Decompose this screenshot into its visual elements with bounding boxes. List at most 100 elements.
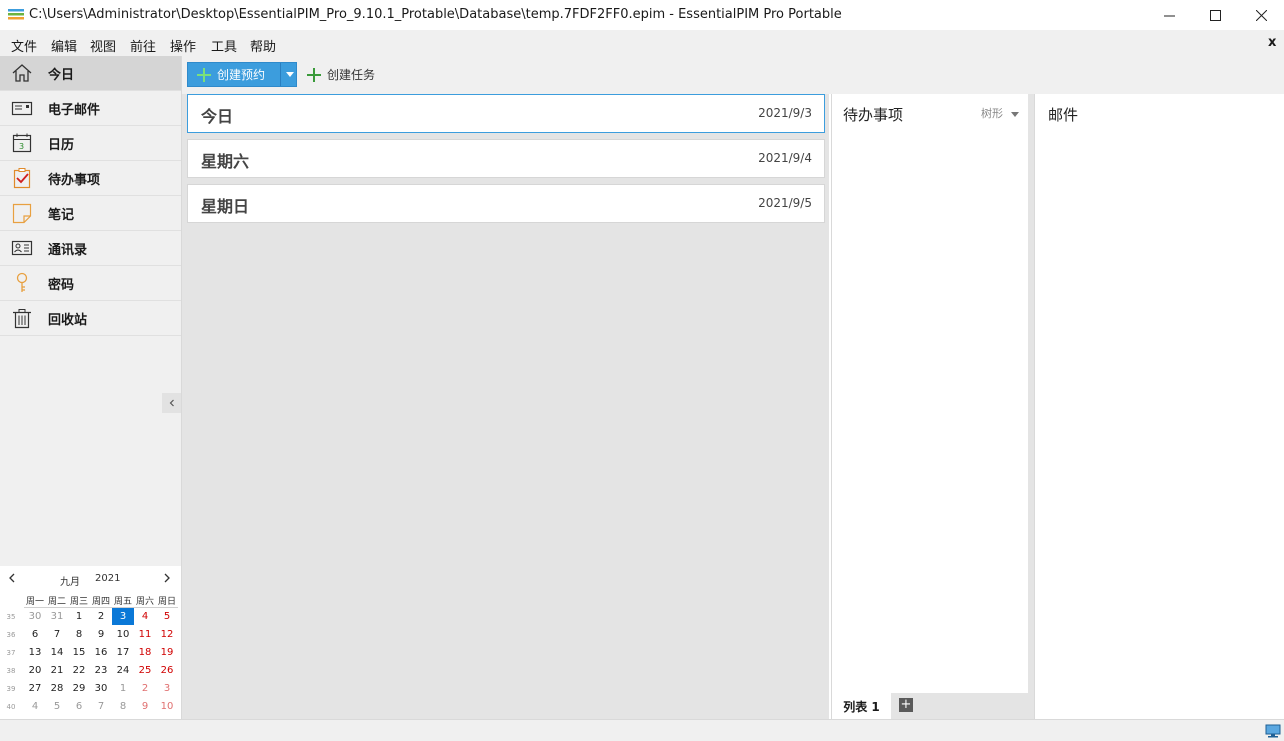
calendar-day[interactable]: 14 — [46, 644, 68, 661]
toolbar: 创建预约 创建任务 — [182, 56, 1284, 94]
calendar-day[interactable]: 2 — [134, 680, 156, 697]
calendar-weekday-label: 周五 — [113, 597, 132, 607]
menu-tools[interactable]: 工具 — [211, 36, 237, 55]
calendar-day[interactable]: 7 — [90, 698, 112, 715]
calendar-day[interactable]: 1 — [112, 680, 134, 697]
new-appointment-label: 创建预约 — [217, 68, 266, 82]
next-month-button[interactable] — [163, 572, 171, 586]
chevron-left-icon — [9, 573, 15, 583]
minimize-button[interactable] — [1146, 0, 1192, 30]
calendar-day[interactable]: 24 — [112, 662, 134, 679]
collapse-sidebar-button[interactable] — [162, 393, 181, 413]
calendar-day[interactable]: 16 — [90, 644, 112, 661]
sidebar-item-label: 密码 — [48, 277, 75, 293]
calendar-day[interactable]: 2 — [90, 608, 112, 625]
sidebar-item-contacts[interactable]: 通讯录 — [0, 231, 181, 266]
caret-down-icon — [1010, 111, 1019, 117]
todo-view-selector[interactable]: 树形 — [981, 105, 1019, 121]
calendar-day[interactable]: 23 — [90, 662, 112, 679]
calendar-day[interactable]: 28 — [46, 680, 68, 697]
calendar-day[interactable]: 31 — [46, 608, 68, 625]
new-task-button[interactable]: 创建任务 — [307, 62, 375, 87]
calendar-day[interactable]: 29 — [68, 680, 90, 697]
calendar-day[interactable]: 15 — [68, 644, 90, 661]
prev-month-button[interactable] — [8, 572, 16, 586]
calendar-day[interactable]: 8 — [68, 626, 90, 643]
calendar-day[interactable]: 17 — [112, 644, 134, 661]
menu-help[interactable]: 帮助 — [250, 36, 276, 55]
day-date: 2021/9/5 — [758, 196, 812, 210]
calendar-day[interactable]: 11 — [134, 626, 156, 643]
calendar-day[interactable]: 6 — [24, 626, 46, 643]
new-appointment-dropdown[interactable] — [280, 63, 298, 86]
close-button[interactable] — [1238, 0, 1284, 30]
calendar-day[interactable]: 27 — [24, 680, 46, 697]
calendar-day[interactable]: 6 — [68, 698, 90, 715]
sidebar-item-notes[interactable]: 笔记 — [0, 196, 181, 231]
menu-actions[interactable]: 操作 — [170, 36, 196, 55]
calendar-week-number: 37 — [6, 649, 16, 657]
day-card-today[interactable]: 今日 2021/9/3 — [187, 94, 825, 133]
calendar-weekday-label: 周一 — [25, 597, 44, 607]
sidebar-item-calendar[interactable]: 3 日历 — [0, 126, 181, 161]
contacts-icon — [10, 236, 34, 260]
calendar-month[interactable]: 九月 — [60, 573, 80, 588]
sidebar-item-today[interactable]: 今日 — [0, 56, 181, 91]
calendar-day[interactable]: 12 — [156, 626, 178, 643]
day-card-saturday[interactable]: 星期六 2021/9/4 — [187, 139, 825, 178]
menu-edit[interactable]: 编辑 — [51, 36, 77, 55]
title-bar: C:\Users\Administrator\Desktop\Essential… — [0, 0, 1284, 30]
calendar-week-number: 38 — [6, 667, 16, 675]
calendar-day[interactable]: 5 — [156, 608, 178, 625]
sidebar-item-recycle-bin[interactable]: 回收站 — [0, 301, 181, 336]
calendar-day[interactable]: 25 — [134, 662, 156, 679]
trash-icon — [10, 306, 34, 330]
calendar-day[interactable]: 7 — [46, 626, 68, 643]
todo-list-tabs: 列表 1 + — [832, 693, 1029, 719]
calendar-day[interactable]: 30 — [24, 608, 46, 625]
calendar-day[interactable]: 8 — [112, 698, 134, 715]
calendar-day[interactable]: 4 — [134, 608, 156, 625]
calendar-day[interactable]: 5 — [46, 698, 68, 715]
calendar-year[interactable]: 2021 — [95, 573, 120, 584]
add-list-button[interactable]: + — [899, 698, 913, 712]
day-card-sunday[interactable]: 星期日 2021/9/5 — [187, 184, 825, 223]
mini-calendar: 九月 2021 周一 周二 周三 周四 周五 周六 周日 35 30 31 1 2 3 4 5 36 6 7 8 9… — [0, 566, 181, 719]
sidebar-item-email[interactable]: 电子邮件 — [0, 91, 181, 126]
sidebar-item-passwords[interactable]: 密码 — [0, 266, 181, 301]
menu-go[interactable]: 前往 — [130, 36, 156, 55]
mail-icon — [10, 96, 34, 120]
maximize-button[interactable] — [1192, 0, 1238, 30]
calendar-day[interactable]: 9 — [134, 698, 156, 715]
sidebar-item-todo[interactable]: 待办事项 — [0, 161, 181, 196]
new-appointment-button[interactable]: 创建预约 — [187, 62, 297, 87]
caret-down-icon — [285, 72, 294, 77]
menu-bar: 文件 编辑 视图 前往 操作 工具 帮助 x — [0, 30, 1284, 56]
calendar-day[interactable]: 3 — [156, 680, 178, 697]
calendar-day[interactable]: 9 — [90, 626, 112, 643]
calendar-day[interactable]: 19 — [156, 644, 178, 661]
calendar-day[interactable]: 10 — [112, 626, 134, 643]
calendar-weekday-label: 周四 — [91, 597, 110, 607]
tab-list-1[interactable]: 列表 1 — [832, 693, 891, 719]
calendar-day[interactable]: 3 — [112, 608, 134, 625]
svg-text:3: 3 — [19, 142, 24, 151]
calendar-day[interactable]: 20 — [24, 662, 46, 679]
status-bar — [0, 719, 1284, 741]
calendar-day[interactable]: 13 — [24, 644, 46, 661]
calendar-day[interactable]: 30 — [90, 680, 112, 697]
menu-file[interactable]: 文件 — [11, 36, 37, 55]
calendar-day[interactable]: 21 — [46, 662, 68, 679]
calendar-day[interactable]: 1 — [68, 608, 90, 625]
calendar-day[interactable]: 26 — [156, 662, 178, 679]
calendar-day[interactable]: 10 — [156, 698, 178, 715]
menu-view[interactable]: 视图 — [90, 36, 116, 55]
day-title: 星期六 — [201, 152, 250, 171]
day-title: 星期日 — [201, 197, 250, 216]
calendar-day[interactable]: 22 — [68, 662, 90, 679]
calendar-day[interactable]: 18 — [134, 644, 156, 661]
menu-close-button[interactable]: x — [1268, 35, 1276, 50]
monitor-icon[interactable] — [1265, 724, 1281, 738]
sidebar-item-label: 日历 — [48, 137, 75, 153]
calendar-day[interactable]: 4 — [24, 698, 46, 715]
